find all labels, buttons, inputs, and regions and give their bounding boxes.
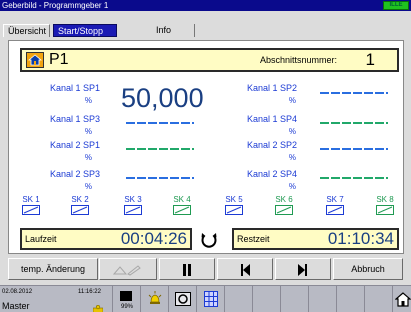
user-icon [92, 301, 104, 312]
switch-open-icon [376, 205, 394, 215]
channel-name: Kanal 2 SP2 [246, 140, 297, 150]
program-name: P1 [49, 51, 69, 68]
alarm-button[interactable] [140, 286, 168, 312]
button-row: temp. Änderung Abbruch [0, 256, 411, 284]
channel-value-empty [320, 148, 388, 150]
program-header: P1 Abschnittsnummer: 1 [20, 48, 399, 72]
switch-contact-label: SK 6 [275, 195, 293, 204]
status-date: 02.08.2012 [2, 289, 33, 295]
switch-contact[interactable]: SK 6 [272, 195, 296, 217]
switch-contact-label: SK 5 [225, 195, 243, 204]
runtime-label: Laufzeit [25, 234, 57, 244]
channel-unit: % [288, 182, 296, 191]
channel-unit: % [84, 153, 92, 162]
status-time: 11:16:22 [78, 289, 101, 295]
channel-value-empty [126, 122, 194, 124]
status-bar: 02.08.2012 11:16:22 Master 99% [0, 285, 411, 312]
channel-name: Kanal 1 SP2 [246, 83, 297, 93]
statusbar-slot [336, 286, 364, 312]
channel-value-empty [126, 177, 194, 179]
abort-button[interactable]: Abbruch [333, 258, 403, 280]
channel-name: Kanal 1 SP4 [246, 114, 297, 124]
home-button[interactable] [392, 286, 411, 312]
channel-unit: % [84, 96, 92, 105]
pause-button[interactable] [159, 258, 215, 280]
channel-unit: % [84, 182, 92, 191]
switch-open-icon [275, 205, 293, 215]
statusbar-slot [280, 286, 308, 312]
switch-contact[interactable]: SK 8 [373, 195, 397, 217]
channel-value-empty [126, 148, 194, 150]
remaining-value: 01:10:34 [327, 229, 394, 248]
section-number-value: 1 [365, 50, 375, 69]
temp-change-button[interactable]: temp. Änderung [8, 258, 98, 280]
channel-name: Kanal 2 SP3 [49, 169, 100, 179]
window-title: Geberbild - Programmgeber 1 [2, 1, 109, 10]
switch-contact-label: SK 2 [71, 195, 89, 204]
status-indicator: ILLE [383, 1, 409, 10]
channel-value: 50,000 [121, 83, 204, 113]
channel-name: Kanal 1 SP1 [49, 83, 100, 93]
switch-open-icon [326, 205, 344, 215]
switch-contact-label: SK 3 [124, 195, 142, 204]
statusbar-slot [252, 286, 280, 312]
switch-contact[interactable]: SK 7 [323, 195, 347, 217]
switch-open-icon [173, 205, 191, 215]
switch-contact[interactable]: SK 1 [19, 195, 43, 217]
statusbar-slot [224, 286, 252, 312]
switch-contact-label: SK 7 [326, 195, 344, 204]
switch-contact-label: SK 4 [173, 195, 191, 204]
switch-contact-label: SK 8 [376, 195, 394, 204]
next-segment-button[interactable] [275, 258, 331, 280]
channel-unit: % [288, 153, 296, 162]
runtime-value: 00:04:26 [120, 229, 187, 248]
switch-open-icon [225, 205, 243, 215]
runtime-box: Laufzeit 00:04:26 [20, 228, 192, 250]
channel-value-empty [320, 122, 388, 124]
remaining-label: Restzeit [237, 234, 270, 244]
title-bar: Geberbild - Programmgeber 1 ILLE [0, 0, 411, 11]
tab-start-stop[interactable]: Start/Stopp [53, 24, 117, 37]
statusbar-slot [364, 286, 392, 312]
tab-overview[interactable]: Übersicht [3, 24, 50, 37]
tab-bar: Übersicht Start/Stopp Info [0, 11, 411, 38]
switch-open-icon [71, 205, 89, 215]
channel-value-empty [320, 177, 388, 179]
edit-button-disabled [99, 258, 157, 280]
switch-contact[interactable]: SK 4 [170, 195, 194, 217]
channel-value-empty [320, 92, 388, 94]
switch-open-icon [22, 205, 40, 215]
tab-info[interactable]: Info [125, 24, 195, 37]
channel-unit: % [288, 96, 296, 105]
switch-contact-label: SK 1 [22, 195, 40, 204]
channel-name: Kanal 2 SP1 [49, 140, 100, 150]
section-number-label: Abschnittsnummer: [260, 55, 338, 65]
switch-contact[interactable]: SK 2 [68, 195, 92, 217]
status-user: Master [2, 301, 30, 311]
memory-percent: 99% [121, 304, 134, 310]
channel-name: Kanal 2 SP4 [246, 169, 297, 179]
home-position-icon [26, 52, 44, 68]
channel-unit: % [84, 127, 92, 136]
switch-contact[interactable]: SK 5 [222, 195, 246, 217]
previous-segment-button[interactable] [217, 258, 273, 280]
grid-view-button[interactable] [196, 286, 224, 312]
main-panel: P1 Abschnittsnummer: 1 Kanal 1 SP1 % 50,… [8, 40, 404, 254]
channel-name: Kanal 1 SP3 [49, 114, 100, 124]
channel-unit: % [288, 127, 296, 136]
remaining-box: Restzeit 01:10:34 [232, 228, 399, 250]
switch-contact[interactable]: SK 3 [121, 195, 145, 217]
switch-open-icon [124, 205, 142, 215]
statusbar-slot [308, 286, 336, 312]
media-button[interactable] [168, 286, 196, 312]
timer-icon [199, 231, 219, 249]
